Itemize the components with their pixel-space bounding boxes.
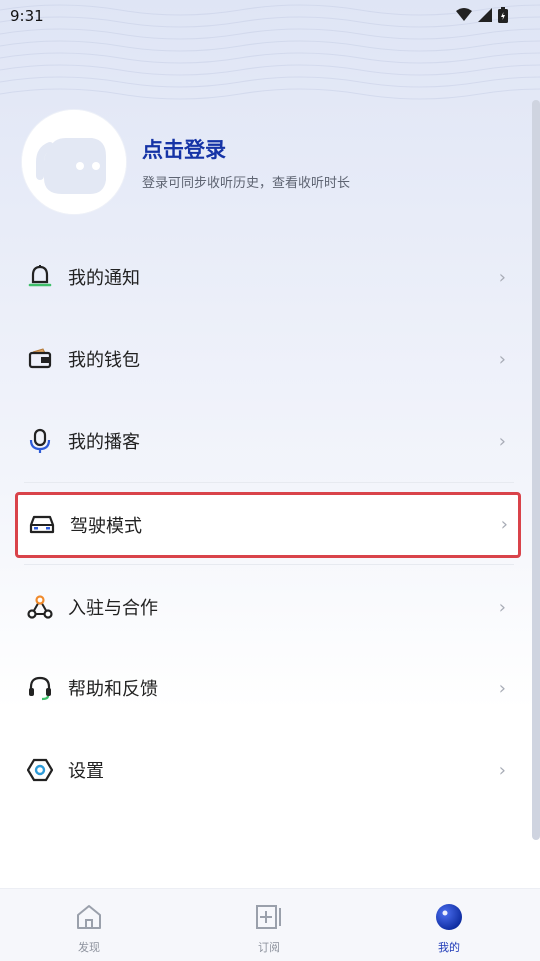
microphone-icon <box>24 425 56 457</box>
status-time: 9:31 <box>10 7 44 25</box>
chevron-right-icon: › <box>500 514 508 535</box>
chevron-right-icon: › <box>498 597 506 618</box>
network-icon <box>24 591 56 623</box>
login-subtitle: 登录可同步收听历史，查看收听时长 <box>142 176 351 191</box>
menu-item-label: 我的钱包 <box>68 350 140 371</box>
avatar-placeholder-icon <box>22 110 126 214</box>
wallet-icon <box>24 343 56 375</box>
tab-discover[interactable]: 发现 <box>44 903 134 955</box>
menu-item-help-feedback[interactable]: 帮助和反馈 › <box>16 647 516 729</box>
tab-label: 发现 <box>78 941 100 954</box>
subscribe-icon <box>256 905 281 929</box>
menu-item-settings[interactable]: 设置 › <box>16 729 516 811</box>
menu-item-partnership[interactable]: 入驻与合作 › <box>16 566 516 648</box>
car-icon <box>26 509 58 541</box>
menu-item-driving-mode[interactable]: 驾驶模式 › <box>15 492 521 558</box>
chevron-right-icon: › <box>498 760 506 781</box>
chevron-right-icon: › <box>498 678 506 699</box>
status-bar: 9:31 <box>0 0 540 32</box>
status-icons <box>456 7 508 23</box>
login-title[interactable]: 点击登录 <box>142 134 226 164</box>
tab-label: 订阅 <box>258 941 280 954</box>
menu-item-notifications[interactable]: 我的通知 › <box>16 236 516 318</box>
menu-item-podcast[interactable]: 我的播客 › <box>16 400 516 482</box>
tab-label: 我的 <box>438 941 460 954</box>
tab-subscribe[interactable]: 订阅 <box>224 903 314 955</box>
divider <box>24 564 514 565</box>
scrollbar[interactable] <box>532 100 540 840</box>
cellular-signal-icon <box>478 8 492 22</box>
bell-icon <box>24 261 56 293</box>
gear-icon <box>24 754 56 786</box>
menu-item-label: 驾驶模式 <box>70 516 142 537</box>
menu-item-label: 帮助和反馈 <box>68 679 158 700</box>
menu-item-label: 设置 <box>68 761 104 782</box>
menu-item-label: 我的通知 <box>68 268 140 289</box>
home-icon <box>77 905 101 929</box>
menu-item-label: 入驻与合作 <box>68 598 158 619</box>
wifi-icon <box>456 8 472 21</box>
chevron-right-icon: › <box>498 267 506 288</box>
headset-icon <box>24 672 56 704</box>
divider <box>24 482 514 483</box>
chevron-right-icon: › <box>498 349 506 370</box>
chevron-right-icon: › <box>498 431 506 452</box>
profile-header[interactable]: 点击登录 登录可同步收听历史，查看收听时长 <box>22 108 502 218</box>
tab-mine[interactable]: 我的 <box>404 903 494 955</box>
profile-orb-icon <box>436 904 462 930</box>
bottom-tab-bar: 发现 订阅 我的 <box>0 888 540 961</box>
menu-item-wallet[interactable]: 我的钱包 › <box>16 318 516 400</box>
battery-icon <box>498 7 508 23</box>
avatar[interactable] <box>22 110 126 214</box>
menu-item-label: 我的播客 <box>68 432 140 453</box>
